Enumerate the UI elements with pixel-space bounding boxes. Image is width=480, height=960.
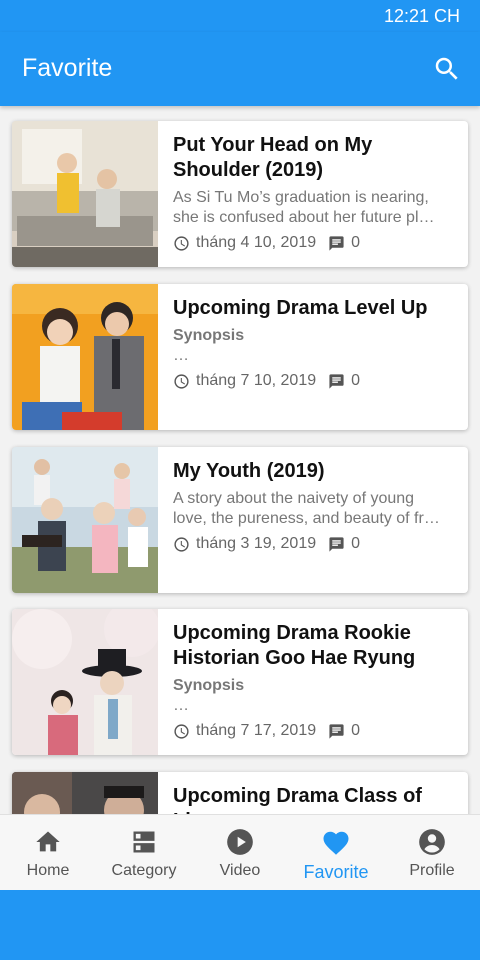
comment-count: 0 — [351, 372, 361, 389]
nav-label: Profile — [409, 862, 455, 879]
clock-icon — [174, 723, 189, 739]
excerpt-line: love, the pureness, and beauty of fr… — [173, 510, 440, 527]
bottom-navigation: Home Category Video Favorite Profile — [0, 814, 480, 890]
excerpt-line: A story about the naivety of young — [173, 490, 415, 507]
post-date: tháng 4 10, 2019 — [196, 234, 317, 251]
post-list[interactable]: Put Your Head on My Shoulder (2019) As S… — [0, 106, 480, 814]
excerpt-line: As Si Tu Mo’s graduation is nearing, — [173, 189, 429, 206]
comment-icon — [329, 536, 344, 552]
excerpt-line: she is confused about her future pl… — [173, 209, 435, 226]
nav-video[interactable]: Video — [192, 815, 288, 890]
post-meta: tháng 4 10, 2019 0 — [173, 232, 458, 254]
comment-icon — [329, 235, 344, 251]
profile-icon — [419, 829, 445, 855]
post-meta: tháng 3 19, 2019 0 — [173, 533, 458, 555]
excerpt-line: … — [173, 697, 189, 714]
post-thumbnail — [12, 121, 158, 267]
nav-category[interactable]: Category — [96, 815, 192, 890]
post-title[interactable]: Upcoming Drama Rookie Historian Goo Hae … — [173, 621, 458, 671]
post-excerpt: Synopsis … — [173, 676, 458, 716]
post-excerpt: As Si Tu Mo’s graduation is nearing, she… — [173, 188, 458, 228]
post-meta: tháng 7 17, 2019 0 — [173, 720, 458, 742]
post-title[interactable]: Put Your Head on My Shoulder (2019) — [173, 133, 458, 183]
post-date: tháng 7 10, 2019 — [196, 372, 317, 389]
nav-profile[interactable]: Profile — [384, 815, 480, 890]
status-bar: 12:21 CH — [0, 0, 480, 32]
post-title[interactable]: Upcoming Drama Class of Lies — [173, 784, 458, 814]
comment-count: 0 — [351, 234, 361, 251]
excerpt-line: … — [173, 347, 189, 364]
comment-icon — [329, 723, 344, 739]
post-card[interactable]: Upcoming Drama Level Up Synopsis … tháng… — [12, 284, 468, 430]
post-thumbnail — [12, 772, 158, 814]
category-icon — [133, 831, 155, 853]
post-title[interactable]: Upcoming Drama Level Up — [173, 296, 458, 321]
post-thumbnail — [12, 284, 158, 430]
post-date: tháng 3 19, 2019 — [196, 535, 317, 552]
post-excerpt: Synopsis … — [173, 326, 458, 366]
nav-home[interactable]: Home — [0, 815, 96, 890]
post-card[interactable]: Upcoming Drama Rookie Historian Goo Hae … — [12, 609, 468, 755]
nav-favorite[interactable]: Favorite — [288, 815, 384, 890]
clock-icon — [174, 536, 189, 552]
comment-icon — [329, 373, 344, 389]
clock-icon — [174, 235, 189, 251]
nav-label: Favorite — [303, 862, 369, 882]
nav-label: Category — [111, 862, 177, 879]
excerpt-line: Synopsis — [173, 327, 245, 344]
clock-icon — [174, 373, 189, 389]
post-card[interactable]: Upcoming Drama Class of Lies — [12, 772, 468, 814]
post-date: tháng 7 17, 2019 — [196, 722, 317, 739]
search-icon — [435, 57, 458, 80]
post-thumbnail — [12, 609, 158, 755]
heart-icon — [323, 831, 349, 855]
nav-label: Home — [26, 862, 70, 879]
bottom-strip — [0, 890, 480, 960]
post-card[interactable]: Put Your Head on My Shoulder (2019) As S… — [12, 121, 468, 267]
search-button[interactable] — [432, 54, 462, 84]
excerpt-line: Synopsis — [173, 677, 245, 694]
post-excerpt: A story about the naivety of young love,… — [173, 489, 458, 529]
post-meta: tháng 7 10, 2019 0 — [173, 370, 458, 392]
status-time: 12:21 CH — [383, 6, 460, 26]
page-title: Favorite — [22, 54, 113, 82]
play-icon — [227, 829, 253, 855]
post-title[interactable]: My Youth (2019) — [173, 459, 458, 484]
post-thumbnail — [12, 447, 158, 593]
nav-label: Video — [219, 862, 261, 879]
comment-count: 0 — [351, 535, 361, 552]
app-bar: Favorite — [0, 32, 480, 106]
comment-count: 0 — [351, 722, 361, 739]
home-icon — [36, 831, 60, 852]
post-card[interactable]: My Youth (2019) A story about the naivet… — [12, 447, 468, 593]
